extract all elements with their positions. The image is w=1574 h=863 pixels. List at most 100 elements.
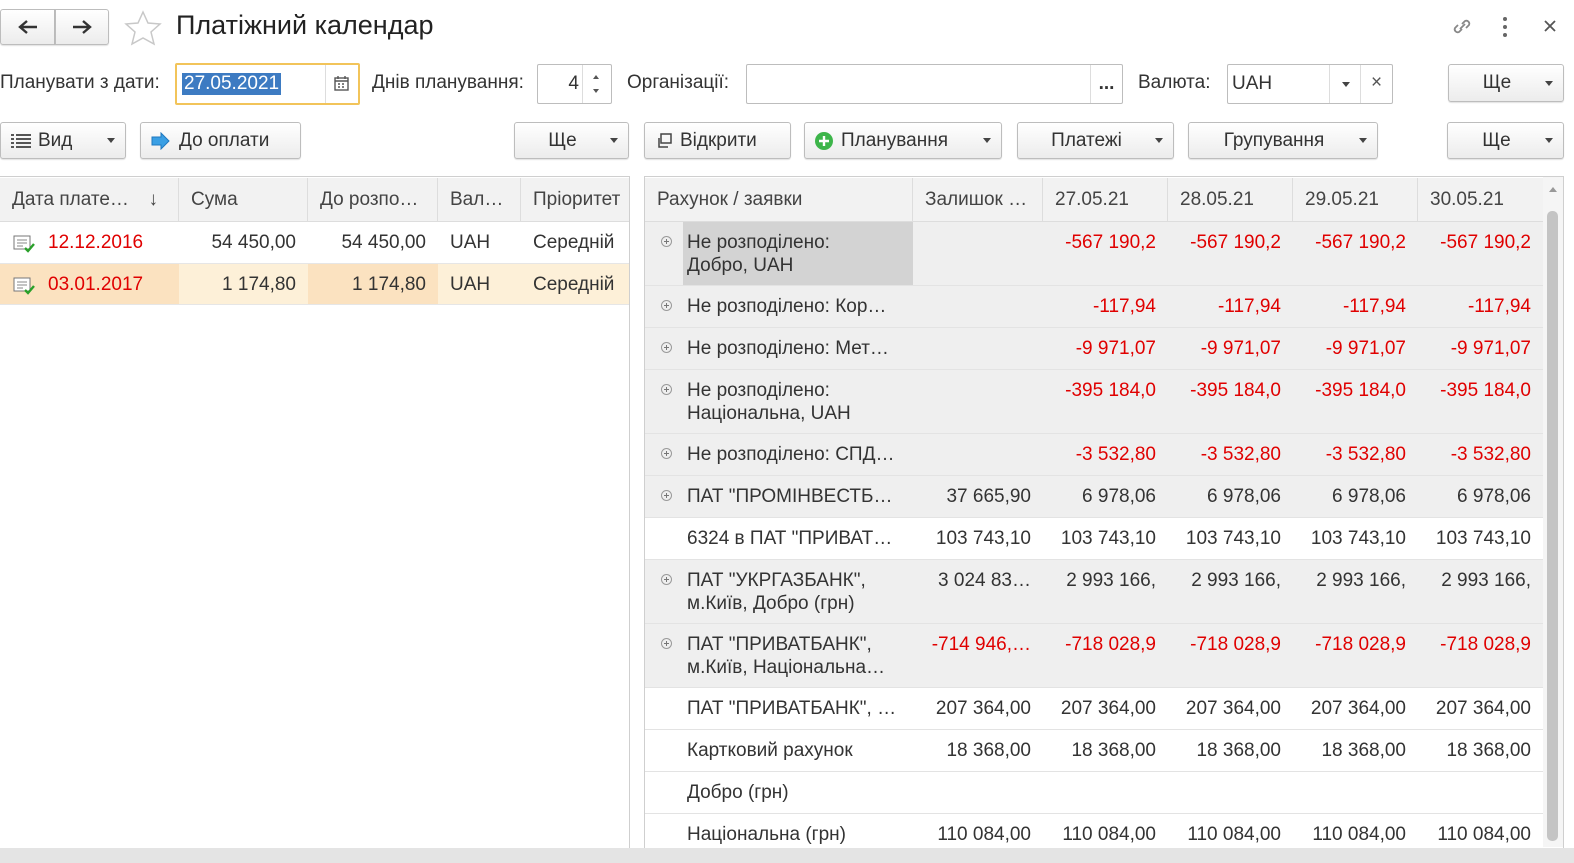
account-name: ПАТ "ПРИВАТБАНК", (687, 634, 872, 655)
open-button[interactable]: Відкрити (644, 122, 791, 159)
date-value-cell: -9 971,07 (1450, 338, 1531, 359)
calendar-row[interactable]: Не розподілено: Національна, UAH -395 184,… (645, 370, 1543, 434)
plan-from-date-input[interactable]: 27.05.2021 (175, 63, 360, 105)
row-currency: UAH (450, 274, 491, 295)
right-more-label: Ще (1482, 129, 1511, 151)
col-sum[interactable]: Сума (179, 178, 308, 221)
row-priority: Середній (533, 232, 615, 253)
view-button[interactable]: Вид (0, 122, 126, 159)
col-currency[interactable]: Вал… (438, 178, 521, 221)
currency-dropdown-button[interactable] (1329, 65, 1361, 103)
account-name: ПАТ "ПРОМІНВЕСТБ… (687, 486, 893, 507)
chevron-down-icon (1545, 80, 1553, 86)
plan-from-label: Планувати з дати: (0, 72, 160, 93)
date-value-cell: -567 190,2 (1065, 232, 1156, 253)
col-date-4[interactable]: 30.05.21 (1418, 178, 1543, 221)
grouping-button[interactable]: Групування (1188, 122, 1378, 159)
table-row-selected[interactable]: 03.01.2017 1 174,80 1 174,80 UAH Середні… (0, 264, 629, 305)
balance-cell: 18 368,00 (946, 740, 1031, 761)
stepper-down-icon[interactable] (593, 89, 599, 93)
chevron-down-icon (1155, 138, 1163, 143)
chevron-down-icon (1342, 82, 1350, 87)
link-icon[interactable] (1450, 16, 1474, 38)
date-value-cell: 110 084,00 (1187, 824, 1281, 845)
account-name: Не розподілено: (687, 380, 830, 401)
forward-button[interactable] (55, 9, 109, 45)
header-more-button[interactable]: Ще (1448, 64, 1564, 102)
calendar-row[interactable]: Не розподілено: Кор… -117,94 -117,94 -117,9… (645, 286, 1543, 328)
chevron-down-icon (983, 138, 991, 143)
col-balance[interactable]: Залишок … (913, 178, 1043, 221)
date-value-cell: -3 532,80 (1325, 444, 1406, 465)
date-value-cell: -3 532,80 (1075, 444, 1156, 465)
payments-table-header: Дата плате… ↓ Сума До розпо… Вал… Пріорит… (0, 178, 629, 222)
to-pay-button[interactable]: До оплати (140, 122, 301, 159)
view-label: Вид (38, 129, 73, 151)
date-value-cell: 110 084,00 (1062, 824, 1156, 845)
date-value-cell: -117,94 (1217, 296, 1281, 317)
left-more-button[interactable]: Ще (514, 122, 629, 159)
open-label: Відкрити (680, 129, 757, 151)
col-payment-date[interactable]: Дата плате… ↓ (0, 178, 179, 221)
calendar-button[interactable] (325, 65, 358, 103)
calendar-row[interactable]: Картковий рахунок 18 368,00 18 368,00 18 36… (645, 730, 1543, 772)
horizontal-scrollbar[interactable] (0, 848, 1574, 863)
calendar-row[interactable]: 6324 в ПАТ "ПРИВАТ… 103 743,10 103 743,10 1… (645, 518, 1543, 560)
list-view-icon (11, 133, 31, 148)
col-to-distribute[interactable]: До розпо… (308, 178, 438, 221)
document-check-icon (13, 277, 35, 295)
expand-icon[interactable] (661, 236, 672, 247)
currency-select[interactable]: UAH × (1227, 64, 1393, 104)
back-button[interactable] (0, 9, 55, 45)
expand-icon[interactable] (661, 574, 672, 585)
scroll-up-icon[interactable] (1549, 187, 1557, 192)
days-stepper[interactable]: 4 (537, 64, 612, 104)
scrollbar-thumb[interactable] (1547, 211, 1558, 841)
arrow-left-icon (17, 20, 37, 34)
organizations-input[interactable]: ... (746, 64, 1123, 104)
calendar-row[interactable]: Не розподілено: СПД… -3 532,80 -3 532,80 -3… (645, 434, 1543, 476)
expand-icon[interactable] (661, 384, 672, 395)
expand-icon[interactable] (661, 638, 672, 649)
planning-button[interactable]: Планування (804, 122, 1002, 159)
expand-icon[interactable] (661, 490, 672, 501)
date-value-cell: -117,94 (1092, 296, 1156, 317)
organizations-select-button[interactable]: ... (1090, 65, 1122, 103)
date-value-cell: 6 978,06 (1082, 486, 1156, 507)
calendar-row[interactable]: ПАТ "ПРИВАТБАНК", … 207 364,00 207 364,00 2… (645, 688, 1543, 730)
calendar-row[interactable]: Не розподілено: Мет… -9 971,07 -9 971,07 -9… (645, 328, 1543, 370)
expand-icon[interactable] (661, 342, 672, 353)
col-date-1[interactable]: 27.05.21 (1043, 178, 1168, 221)
balance-cell: 207 364,00 (935, 698, 1031, 719)
col-date-3[interactable]: 29.05.21 (1293, 178, 1418, 221)
col-priority[interactable]: Пріоритет (521, 178, 629, 221)
star-icon[interactable] (124, 10, 162, 46)
table-row[interactable]: 12.12.2016 54 450,00 54 450,00 UAH Серед… (0, 222, 629, 264)
date-value-cell: -395 184,0 (1315, 380, 1406, 401)
expand-icon[interactable] (661, 300, 672, 311)
date-value-cell: -718 028,9 (1065, 634, 1156, 655)
calendar-row[interactable]: Добро (грн) (645, 772, 1543, 814)
calendar-row[interactable]: ПАТ "ПРИВАТБАНК", м.Київ, Національна… -71… (645, 624, 1543, 688)
close-icon[interactable] (1542, 18, 1558, 34)
date-value-cell: -395 184,0 (1190, 380, 1281, 401)
date-value-cell: -3 532,80 (1450, 444, 1531, 465)
calendar-row[interactable]: ПАТ "УКРГАЗБАНК", м.Київ, Добро (грн) 3 02… (645, 560, 1543, 624)
calendar-row-selected[interactable]: Не розподілено: Добро, UAH -567 190,2 -567 … (645, 222, 1543, 286)
col-date-2[interactable]: 28.05.21 (1168, 178, 1293, 221)
calendar-row[interactable]: ПАТ "ПРОМІНВЕСТБ… 37 665,90 6 978,06 6 978,… (645, 476, 1543, 518)
col-account[interactable]: Рахунок / заявки (645, 178, 913, 221)
stepper-up-icon[interactable] (593, 75, 599, 79)
right-more-button[interactable]: Ще (1447, 122, 1564, 159)
account-name-line2: Національна, UAH (687, 403, 851, 424)
vertical-scrollbar[interactable] (1543, 177, 1563, 847)
account-name: Не розподілено: Мет… (687, 338, 889, 359)
payments-label: Платежі (1051, 129, 1122, 151)
account-name-line2: Добро, UAH (687, 255, 794, 276)
payments-button[interactable]: Платежі (1017, 122, 1174, 159)
expand-icon[interactable] (661, 448, 672, 459)
account-name: Не розподілено: (687, 232, 830, 253)
chevron-down-icon (1359, 138, 1367, 143)
currency-clear-button[interactable]: × (1360, 65, 1392, 103)
more-vertical-icon[interactable] (1500, 16, 1510, 38)
